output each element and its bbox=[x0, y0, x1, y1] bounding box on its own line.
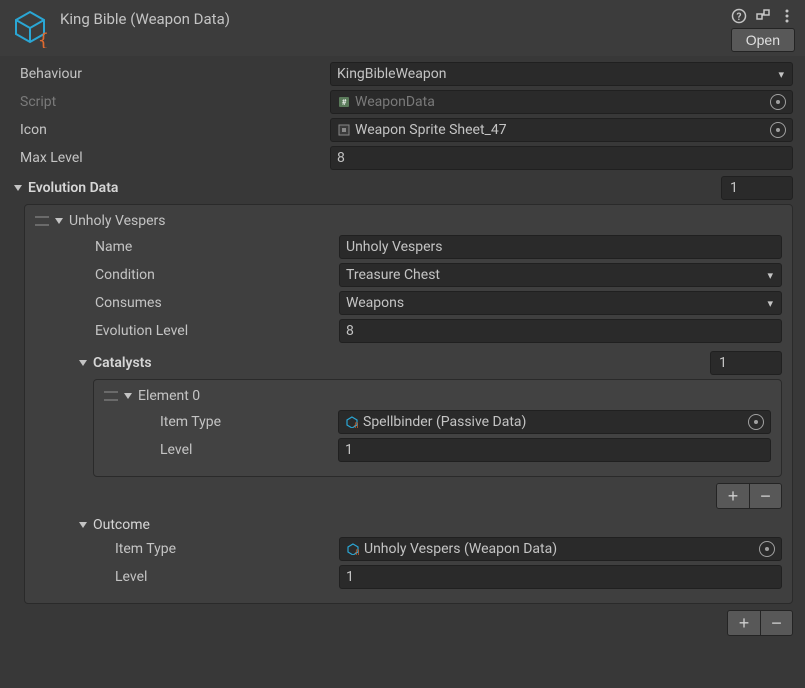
evolution-panel: Unholy Vespers Name Unholy Vespers Condi… bbox=[24, 204, 793, 604]
svg-text:{}: {} bbox=[38, 30, 50, 48]
script-label: Script bbox=[12, 94, 330, 110]
sprite-icon bbox=[337, 123, 351, 137]
catalysts-panel: Element 0 Item Type {} Spellbinder (Pass… bbox=[93, 379, 782, 477]
svg-text:{}: {} bbox=[354, 421, 358, 428]
evolution-count-field[interactable]: 1 bbox=[721, 176, 793, 200]
catalyst-itemtype-label: Item Type bbox=[104, 414, 338, 430]
help-icon[interactable]: ? bbox=[731, 8, 747, 24]
icon-label: Icon bbox=[12, 122, 330, 138]
catalysts-header[interactable]: Catalysts bbox=[93, 355, 710, 371]
catalysts-count-field[interactable]: 1 bbox=[710, 351, 782, 375]
object-picker-icon[interactable] bbox=[759, 541, 775, 557]
foldout-icon[interactable] bbox=[77, 357, 89, 369]
remove-button[interactable]: − bbox=[749, 484, 781, 508]
outcome-level-field[interactable]: 1 bbox=[339, 565, 782, 589]
catalyst-level-label: Level bbox=[104, 442, 338, 458]
asset-icon: {} bbox=[10, 8, 50, 48]
svg-text:{}: {} bbox=[355, 548, 359, 555]
name-label: Name bbox=[35, 239, 339, 255]
foldout-icon[interactable] bbox=[53, 215, 65, 227]
object-picker-icon[interactable] bbox=[748, 414, 764, 430]
outcome-level-label: Level bbox=[35, 569, 339, 585]
icon-field[interactable]: Weapon Sprite Sheet_47 bbox=[330, 118, 793, 142]
behaviour-dropdown[interactable]: KingBibleWeapon bbox=[330, 62, 793, 86]
inspector-header: {} King Bible (Weapon Data) ? Open bbox=[0, 0, 805, 56]
open-button[interactable]: Open bbox=[731, 28, 795, 52]
condition-label: Condition bbox=[35, 267, 339, 283]
outcome-itemtype-field[interactable]: {} Unholy Vespers (Weapon Data) bbox=[339, 537, 782, 561]
consumes-label: Consumes bbox=[35, 295, 339, 311]
script-field: # WeaponData bbox=[330, 90, 793, 114]
catalyst-itemtype-field[interactable]: {} Spellbinder (Passive Data) bbox=[338, 410, 771, 434]
remove-button[interactable]: − bbox=[760, 611, 792, 635]
evolution-item-header[interactable]: Unholy Vespers bbox=[69, 213, 166, 229]
catalyst-element-header[interactable]: Element 0 bbox=[138, 388, 200, 404]
foldout-icon[interactable] bbox=[12, 182, 24, 194]
behaviour-label: Behaviour bbox=[12, 66, 330, 82]
evolution-level-label: Evolution Level bbox=[35, 323, 339, 339]
menu-icon[interactable] bbox=[779, 8, 795, 24]
drag-handle-icon[interactable] bbox=[104, 391, 118, 401]
scriptable-icon: {} bbox=[346, 542, 360, 556]
add-button[interactable]: + bbox=[728, 611, 760, 635]
foldout-icon[interactable] bbox=[122, 390, 134, 402]
condition-dropdown[interactable]: Treasure Chest bbox=[339, 263, 782, 287]
evolution-level-field[interactable]: 8 bbox=[339, 319, 782, 343]
drag-handle-icon[interactable] bbox=[35, 216, 49, 226]
asset-title: King Bible (Weapon Data) bbox=[60, 8, 731, 28]
name-field[interactable]: Unholy Vespers bbox=[339, 235, 782, 259]
outcome-itemtype-label: Item Type bbox=[35, 541, 339, 557]
object-picker-icon[interactable] bbox=[770, 94, 786, 110]
evolution-data-header[interactable]: Evolution Data bbox=[28, 180, 721, 196]
object-picker-icon[interactable] bbox=[770, 122, 786, 138]
preset-icon[interactable] bbox=[755, 8, 771, 24]
add-button[interactable]: + bbox=[717, 484, 749, 508]
outcome-header[interactable]: Outcome bbox=[93, 517, 782, 533]
svg-text:?: ? bbox=[737, 12, 742, 23]
maxlevel-field[interactable]: 8 bbox=[330, 146, 793, 170]
foldout-icon[interactable] bbox=[77, 519, 89, 531]
maxlevel-label: Max Level bbox=[12, 150, 330, 166]
consumes-dropdown[interactable]: Weapons bbox=[339, 291, 782, 315]
script-icon: # bbox=[337, 95, 351, 109]
svg-text:#: # bbox=[342, 98, 347, 107]
scriptable-icon: {} bbox=[345, 415, 359, 429]
catalyst-level-field[interactable]: 1 bbox=[338, 438, 771, 462]
